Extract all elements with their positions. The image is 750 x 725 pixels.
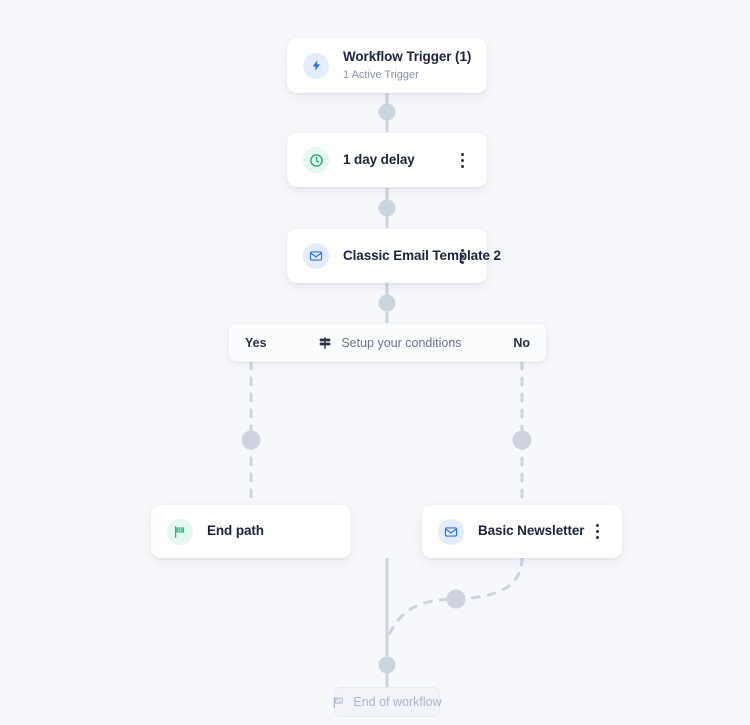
node-title: End path: [207, 523, 264, 539]
edge-node-no-branch[interactable]: [512, 430, 532, 450]
node-text-block: Workflow Trigger (1) 1 Active Trigger: [343, 49, 471, 82]
edge-node-trunk[interactable]: [378, 656, 396, 674]
workflow-canvas: Workflow Trigger (1) 1 Active Trigger 1 …: [0, 0, 750, 725]
node-text-block: End path: [207, 523, 335, 540]
node-delay[interactable]: 1 day delay: [287, 133, 487, 187]
end-of-workflow-label: End of workflow: [353, 695, 442, 709]
envelope-icon: [438, 518, 464, 545]
condition-no-label[interactable]: No: [513, 336, 530, 350]
node-title: Workflow Trigger (1): [343, 48, 472, 64]
kebab-menu-icon[interactable]: [453, 149, 471, 171]
condition-yes-label[interactable]: Yes: [245, 336, 267, 350]
kebab-menu-icon[interactable]: [588, 521, 606, 543]
envelope-icon: [303, 243, 329, 269]
workflow-connectors: [241, 93, 532, 688]
edge-node-merge[interactable]: [446, 589, 466, 609]
edge-node-delay-email[interactable]: [378, 199, 396, 217]
flag-icon: [332, 696, 345, 709]
node-text-block: Classic Email Template 2: [343, 247, 501, 265]
edge-node-trigger-delay[interactable]: [378, 103, 396, 121]
node-text-block: 1 day delay: [343, 152, 453, 169]
node-basic-newsletter[interactable]: Basic Newsletter: [422, 505, 622, 558]
condition-center-label: Setup your conditions: [341, 335, 462, 350]
node-subtitle: 1 Active Trigger: [343, 68, 419, 81]
condition-bar[interactable]: Yes Setup your conditions No: [228, 323, 547, 362]
edge-merge-curve: [385, 556, 524, 641]
setup-conditions-button[interactable]: Setup your conditions: [267, 336, 514, 350]
edge-node-yes-branch[interactable]: [241, 430, 261, 450]
node-title: Classic Email Template 2: [343, 247, 501, 263]
node-end-path[interactable]: End path: [151, 505, 351, 558]
node-title: 1 day delay: [343, 151, 415, 167]
node-text-block: Basic Newsletter: [478, 523, 588, 540]
flag-icon: [167, 518, 193, 545]
end-of-workflow-chip[interactable]: End of workflow: [332, 687, 442, 717]
node-title: Basic Newsletter: [478, 523, 585, 539]
clock-icon: [303, 147, 329, 173]
lightning-bolt-icon: [303, 52, 329, 79]
node-classic-email-template[interactable]: Classic Email Template 2: [287, 229, 501, 283]
kebab-menu-icon[interactable]: [453, 245, 471, 267]
edge-node-email-conditions[interactable]: [378, 294, 396, 312]
node-workflow-trigger[interactable]: Workflow Trigger (1) 1 Active Trigger: [287, 38, 487, 93]
signpost-icon: [318, 336, 332, 350]
